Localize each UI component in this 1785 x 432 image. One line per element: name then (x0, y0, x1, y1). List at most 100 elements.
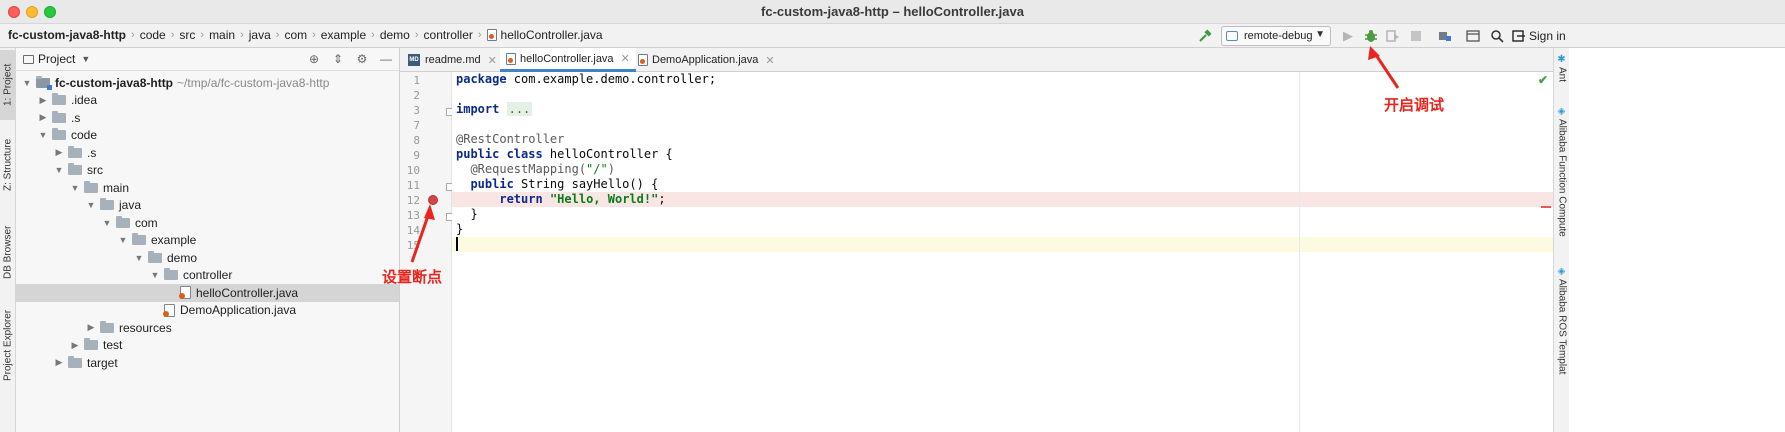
tool-tab-db-browser[interactable]: DB Browser (0, 214, 16, 290)
tool-tab-label: Project Explorer (2, 309, 14, 381)
editor-tab-hellocontroller[interactable]: helloController.java ✕ (500, 48, 636, 72)
sign-in-button[interactable]: Sign in (1512, 29, 1566, 43)
tree-folder-item[interactable]: ▼ com (16, 214, 399, 232)
folder-icon (68, 145, 82, 158)
tree-item-label: .s (87, 145, 97, 160)
line-number: 3 (413, 104, 420, 117)
breadcrumb-item[interactable]: src (179, 28, 195, 42)
tree-folder-item[interactable]: ▶ target (16, 354, 399, 372)
breadcrumb-separator-icon: › (275, 29, 280, 41)
run-config-select[interactable]: remote-debug ▼ (1221, 26, 1331, 46)
module-folder-icon (36, 75, 52, 90)
chevron-down-icon[interactable]: ▼ (81, 54, 90, 64)
expand-arrow-icon[interactable]: ▶ (38, 112, 48, 123)
collapse-arrow-icon[interactable]: ▼ (134, 253, 144, 263)
collapse-arrow-icon[interactable]: ▼ (22, 78, 32, 88)
tree-folder-item[interactable]: ▶ .s (16, 144, 399, 162)
breadcrumb-item[interactable]: controller (424, 28, 473, 42)
tree-folder-item[interactable]: ▼ example (16, 232, 399, 250)
project-tool-window: Project ▼ ⊕ ⇕ ⚙ — ▼ fc-custom-java8-http ~… (16, 48, 400, 432)
breadcrumb-item[interactable]: helloController.java (501, 28, 603, 42)
build-hammer-icon[interactable] (1196, 26, 1214, 46)
editor-tab-demoapplication[interactable]: DemoApplication.java ✕ (632, 48, 781, 72)
breadcrumb-separator-icon: › (477, 29, 482, 41)
editor-gutter[interactable]: 1 2 3 7 8 9 10 11 12 13 14 15 (400, 72, 454, 432)
tool-tab-label: Ant (1556, 67, 1568, 83)
collapse-arrow-icon[interactable]: ▼ (54, 165, 64, 175)
breadcrumb-item[interactable]: java (249, 28, 271, 42)
terminal-window-icon[interactable] (1464, 26, 1482, 46)
close-tab-icon[interactable]: ✕ (765, 54, 774, 67)
gear-icon[interactable]: ⚙ (355, 51, 369, 67)
project-view-select[interactable]: Project (38, 52, 75, 66)
folder-icon (116, 215, 130, 228)
editor-tab-bar: MD readme.md ✕ helloController.java ✕ De… (400, 48, 1553, 72)
expand-arrow-icon[interactable]: ▶ (54, 147, 64, 158)
tool-tab-alibaba-ros-template[interactable]: ◈ Alibaba ROS Templat (1554, 266, 1570, 432)
line-number: 9 (413, 149, 420, 162)
tree-folder-item[interactable]: ▼ java (16, 197, 399, 215)
tool-tab-alibaba-function-compute[interactable]: ◈ Alibaba Function Compute (1554, 106, 1570, 256)
collapse-arrow-icon[interactable]: ▼ (102, 218, 112, 228)
tree-folder-item[interactable]: ▼ demo (16, 249, 399, 267)
tool-tab-label: Z: Structure (2, 138, 14, 192)
tree-folder-item[interactable]: ▶ .idea (16, 92, 399, 110)
collapse-arrow-icon[interactable]: ▼ (70, 183, 80, 193)
collapse-all-icon[interactable]: ⇕ (331, 51, 345, 67)
collapse-arrow-icon[interactable]: ▼ (150, 270, 160, 280)
remote-debug-config-icon (1226, 31, 1238, 41)
tree-folder-item[interactable]: ▶ resources (16, 319, 399, 337)
tool-tab-project[interactable]: 1: Project (0, 50, 16, 120)
tree-folder-item[interactable]: ▼ main (16, 179, 399, 197)
breadcrumb-item[interactable]: fc-custom-java8-http (8, 28, 126, 42)
breadcrumb-item[interactable]: com (284, 28, 307, 42)
expand-arrow-icon[interactable]: ▶ (54, 357, 64, 368)
run-icon[interactable]: ▶ (1340, 26, 1356, 46)
stop-icon[interactable] (1408, 26, 1424, 46)
tool-tab-label: Alibaba ROS Templat (1556, 279, 1568, 375)
breakpoint-scroll-marker (1541, 206, 1551, 208)
breakpoint-annotation: 设置断点 (382, 269, 443, 286)
editor-tab-readme[interactable]: MD readme.md ✕ (402, 48, 503, 72)
hide-panel-icon[interactable]: — (379, 51, 393, 67)
code-line: @RestController (456, 132, 565, 146)
collapse-arrow-icon[interactable]: ▼ (38, 130, 48, 140)
tree-folder-item[interactable]: ▶ .s (16, 109, 399, 127)
tree-item-label: test (103, 338, 123, 353)
close-tab-icon[interactable]: ✕ (488, 54, 497, 67)
tree-folder-item[interactable]: ▼ src (16, 162, 399, 180)
close-tab-icon[interactable]: ✕ (621, 52, 630, 65)
collapse-arrow-icon[interactable]: ▼ (86, 200, 96, 210)
search-icon[interactable] (1488, 26, 1506, 46)
breadcrumb-item[interactable]: main (209, 28, 235, 42)
editor-tab-label: readme.md (425, 54, 481, 66)
breadcrumb-item[interactable]: demo (380, 28, 410, 42)
code-editor[interactable]: package com.example.demo.controller; imp… (452, 72, 1553, 432)
folder-icon (100, 198, 114, 211)
tool-tab-project-explorer[interactable]: Project Explorer (0, 300, 16, 390)
line-number: 10 (406, 164, 420, 177)
java-file-icon (486, 29, 497, 41)
tool-tab-ant[interactable]: ✱ Ant (1554, 54, 1570, 90)
project-structure-icon[interactable] (1436, 26, 1454, 46)
run-with-coverage-icon[interactable] (1384, 26, 1402, 46)
tree-folder-item[interactable]: ▼ code (16, 127, 399, 145)
debug-bug-icon[interactable] (1362, 26, 1380, 46)
expand-arrow-icon[interactable]: ▶ (70, 340, 80, 351)
tool-tab-structure[interactable]: Z: Structure (0, 128, 16, 202)
tree-file-item[interactable]: helloController.java (16, 284, 399, 302)
tree-item-label: main (103, 180, 130, 195)
locate-file-icon[interactable]: ⊕ (307, 51, 321, 67)
tree-folder-item[interactable]: ▼ fc-custom-java8-http ~/tmp/a/fc-custom-j… (16, 74, 399, 92)
expand-arrow-icon[interactable]: ▶ (86, 322, 96, 333)
tree-folder-item[interactable]: ▶ test (16, 337, 399, 355)
expand-arrow-icon[interactable]: ▶ (38, 95, 48, 106)
breadcrumb-item[interactable]: example (321, 28, 366, 42)
breakpoint-icon[interactable] (428, 195, 438, 205)
code-line: return "Hello, World!"; (499, 192, 666, 206)
collapse-arrow-icon[interactable]: ▼ (118, 235, 128, 245)
tree-folder-item[interactable]: ▼ controller (16, 267, 399, 285)
folder-icon (52, 128, 66, 141)
tree-file-item[interactable]: DemoApplication.java (16, 302, 399, 320)
breadcrumb-item[interactable]: code (140, 28, 166, 42)
